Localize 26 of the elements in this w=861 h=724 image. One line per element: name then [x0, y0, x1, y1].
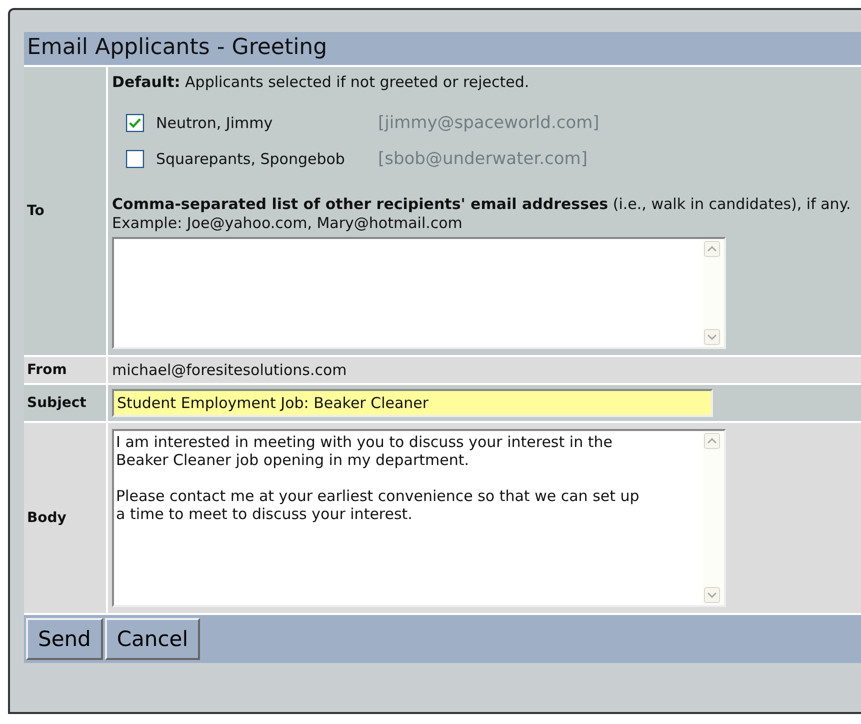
applicant-name: Squarepants, Spongebob — [156, 150, 346, 168]
applicant-email: [jimmy@spaceworld.com] — [378, 113, 600, 133]
scroll-up-icon[interactable] — [704, 241, 720, 257]
subject-field[interactable]: Student Employment Job: Beaker Cleaner — [112, 389, 713, 417]
recipients-instructions: Comma-separated list of other recipients' email addresses (i.e., walk in candidates), if any. — [112, 195, 852, 214]
form-button[interactable]: Send — [26, 618, 103, 660]
scrollbar[interactable] — [702, 431, 724, 605]
checkbox[interactable] — [126, 150, 144, 168]
scroll-up-icon[interactable] — [704, 433, 720, 449]
field-label: Subject — [27, 395, 86, 411]
field-label: From — [27, 362, 67, 378]
form-title: Email Applicants - Greeting — [24, 32, 861, 67]
applicant-name: Neutron, Jimmy — [156, 114, 274, 132]
sender-email: michael@foresitesolutions.com — [112, 361, 347, 379]
recipients-field[interactable] — [112, 237, 726, 349]
field-label: Body — [27, 510, 66, 526]
applicant-email: [sbob@underwater.com] — [378, 149, 588, 169]
field-label: To — [27, 203, 44, 219]
default-note: Default: Applicants selected if not greeted or rejected. — [112, 73, 530, 91]
scroll-down-icon[interactable] — [704, 329, 720, 345]
scroll-down-icon[interactable] — [704, 587, 720, 603]
form-button[interactable]: Cancel — [104, 618, 200, 660]
body-field[interactable]: I am interested in meeting with you to discuss your interest in the Beaker Cleaner job opening in my department. Please contact me at your earliest convenience so that we can set up a time to meet to discuss your interest. — [112, 429, 726, 607]
checked-checkbox[interactable] — [126, 114, 144, 132]
scrollbar[interactable] — [702, 239, 724, 347]
example-text: Example: Joe@yahoo.com, Mary@hotmail.com — [112, 214, 464, 233]
